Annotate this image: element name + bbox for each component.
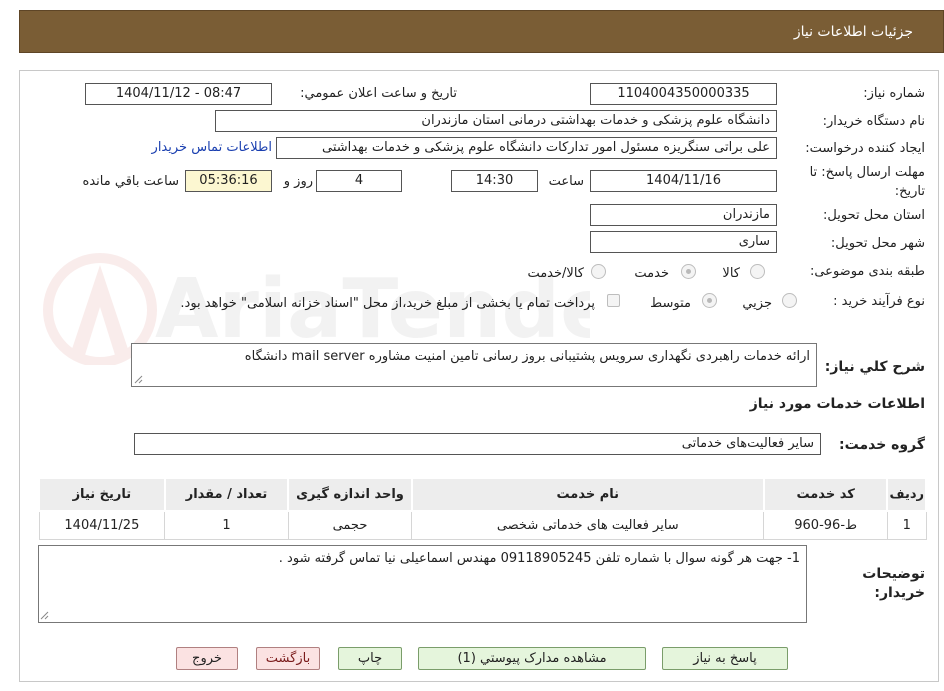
category-radio-goods[interactable] xyxy=(750,264,765,279)
table-row: 1 ط-96-960 سایر فعالیت های خدماتی شخصی ح… xyxy=(38,510,927,540)
category-label: طبقه بندی موضوعی: xyxy=(809,264,925,279)
attachments-button[interactable]: مشاهده مدارک پیوستي (1) xyxy=(418,647,646,670)
cell-need-date: 1404/11/25 xyxy=(38,510,166,540)
category-option-goods: کالا xyxy=(722,266,740,281)
col-header-need-date: تاریخ نیاز xyxy=(38,477,166,512)
process-option-minor: جزيي xyxy=(742,296,772,311)
deadline-date-field: 1404/11/16 xyxy=(590,170,777,192)
service-group-label: گروه خدمت: xyxy=(839,437,925,453)
need-number-label: شماره نیاز: xyxy=(863,86,925,101)
announce-datetime-field: 1404/11/12 - 08:47 xyxy=(85,83,272,105)
process-radio-medium[interactable] xyxy=(702,293,717,308)
page-header: جزئیات اطلاعات نیاز xyxy=(19,10,944,53)
col-header-unit: واحد اندازه گیری xyxy=(287,477,413,512)
process-label: نوع فرآیند خرید : xyxy=(833,294,925,309)
resize-grip-icon xyxy=(40,611,49,620)
exit-button[interactable]: خروج xyxy=(176,647,238,670)
remaining-time-field: 05:36:16 xyxy=(185,170,272,192)
reply-button[interactable]: پاسخ به نياز xyxy=(662,647,788,670)
print-button[interactable]: چاپ xyxy=(338,647,402,670)
resize-grip-icon xyxy=(134,375,143,384)
cell-row-number: 1 xyxy=(886,510,927,540)
service-group-field: سایر فعالیت‌های خدماتی xyxy=(134,433,821,455)
col-header-quantity: تعداد / مقدار xyxy=(163,477,290,512)
treasury-note: پرداخت تمام یا بخشی از مبلغ خرید،از محل … xyxy=(180,296,595,311)
process-radio-minor[interactable] xyxy=(782,293,797,308)
city-field: ساری xyxy=(590,231,777,253)
category-radio-service[interactable] xyxy=(681,264,696,279)
deadline-label-date: تاریخ: xyxy=(894,184,925,199)
page-title: جزئیات اطلاعات نیاز xyxy=(793,24,913,40)
buyer-org-field: دانشگاه علوم پزشکی و خدمات بهداشتی درمان… xyxy=(215,110,777,132)
deadline-time-field: 14:30 xyxy=(451,170,538,192)
deadline-time-label: ساعت xyxy=(548,174,584,189)
requester-field: علی براتی سنگریزه مسئول امور تدارکات دان… xyxy=(276,137,777,159)
province-field: مازندران xyxy=(590,204,777,226)
category-radio-goods-service[interactable] xyxy=(591,264,606,279)
need-number-field: 1104004350000335 xyxy=(590,83,777,105)
buyer-org-label: نام دستگاه خريدار: xyxy=(822,114,925,129)
cell-service-code: ط-96-960 xyxy=(763,510,888,540)
deadline-label: مهلت ارسال پاسخ: تا xyxy=(809,165,925,180)
cell-unit: حجمی xyxy=(287,510,413,540)
buyer-notes-field: 1- جهت هر گونه سوال با شماره تلفن 091189… xyxy=(38,545,807,623)
announce-datetime-label: تاریخ و ساعت اعلان عمومي: xyxy=(300,86,457,101)
remaining-time-label: ساعت باقي مانده xyxy=(82,174,179,189)
col-header-row-number: رديف xyxy=(886,477,927,512)
table-header-row: رديف کد خدمت نام خدمت واحد اندازه گیری ت… xyxy=(38,477,927,512)
requester-label: ایجاد کننده درخواست: xyxy=(805,141,925,156)
process-option-medium: متوسط xyxy=(650,296,691,311)
buyer-notes-label-2: خریدار: xyxy=(874,585,925,601)
cell-service-name: سایر فعالیت های خدماتی شخصی xyxy=(411,510,765,540)
col-header-service-name: نام خدمت xyxy=(410,477,765,512)
services-table: رديف کد خدمت نام خدمت واحد اندازه گیری ت… xyxy=(38,477,927,540)
category-option-service: خدمت xyxy=(634,266,669,281)
summary-label: شرح کلي نياز: xyxy=(824,359,925,375)
buyer-notes-label: توضیحات xyxy=(862,566,925,582)
cell-quantity: 1 xyxy=(164,510,289,540)
back-button[interactable]: بازگشت xyxy=(256,647,320,670)
summary-field: ارائه خدمات راهبردی نگهداری سرویس پشتیبا… xyxy=(131,343,817,387)
services-section-title: اطلاعات خدمات مورد نياز xyxy=(749,396,925,412)
col-header-service-code: کد خدمت xyxy=(762,477,889,512)
buyer-contact-link[interactable]: اطلاعات تماس خریدار xyxy=(152,140,272,155)
treasury-checkbox[interactable] xyxy=(607,294,620,307)
deadline-days-label: روز و xyxy=(283,174,313,189)
province-label: استان محل تحویل: xyxy=(823,208,925,223)
deadline-days-field: 4 xyxy=(316,170,402,192)
city-label: شهر محل تحویل: xyxy=(830,236,925,251)
category-option-goods-service: کالا/خدمت xyxy=(527,266,584,281)
